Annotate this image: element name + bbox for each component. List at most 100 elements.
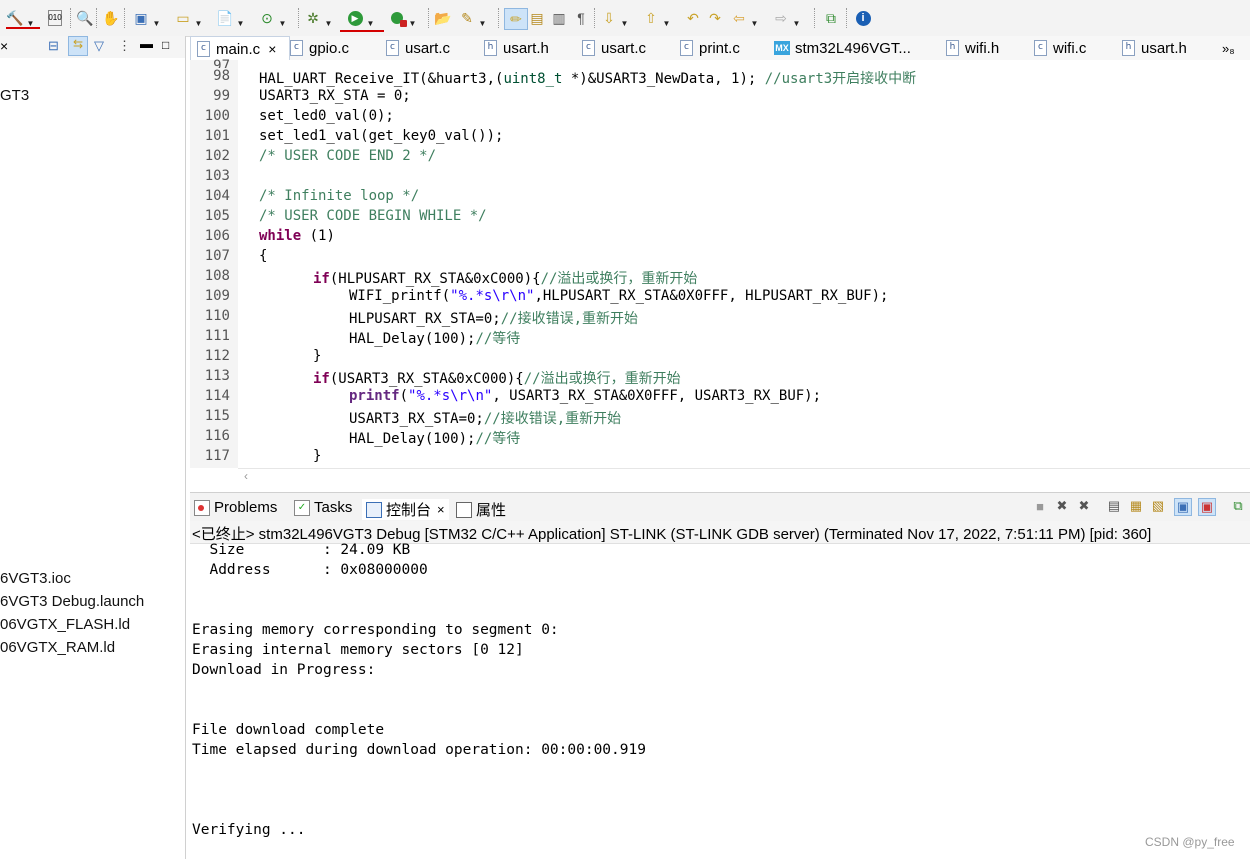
show-on-error-icon[interactable]: ▣: [1198, 498, 1216, 516]
tab-print-c[interactable]: c print.c: [680, 36, 740, 60]
console-icon: [366, 501, 382, 518]
run-icon: ▶: [346, 9, 364, 27]
open-folder-button[interactable]: 📂: [434, 8, 452, 28]
minimize-icon[interactable]: ▬: [140, 36, 153, 51]
line-number: 98: [213, 68, 230, 84]
tab-properties[interactable]: 属性: [456, 499, 506, 520]
tab-gpio-c[interactable]: c gpio.c: [290, 36, 349, 60]
maximize-icon[interactable]: □: [162, 38, 169, 52]
tab-problems[interactable]: Problems: [194, 499, 277, 516]
last-edit-button[interactable]: ↶: [684, 8, 702, 28]
forward-button[interactable]: ⇨ ▼: [772, 8, 801, 28]
chevron-down-icon[interactable]: ▼: [194, 14, 203, 28]
new-class-button[interactable]: ⊙ ▼: [258, 8, 287, 28]
highlight-icon: ✏: [510, 11, 522, 27]
code-line: printf("%.*s\r\n", USART3_RX_STA&0X0FFF,…: [349, 388, 821, 404]
code-comment: //等待: [475, 331, 521, 347]
search-bug-button[interactable]: 🔍: [76, 8, 94, 28]
tree-item[interactable]: 06VGTX_RAM.ld: [0, 639, 115, 656]
tree-item[interactable]: 6VGT3.ioc: [0, 570, 71, 587]
link-editor-icon[interactable]: ⇆: [68, 36, 88, 56]
code-comment: //等待: [475, 431, 521, 447]
build-button[interactable]: 🔨 ▼: [6, 8, 35, 28]
scroll-left-icon[interactable]: ‹: [244, 469, 248, 483]
chevron-down-icon[interactable]: ▼: [408, 14, 417, 28]
filter-icon[interactable]: ▽: [94, 38, 104, 54]
info-icon: i: [854, 9, 872, 27]
code-line: HAL_Delay(100);//等待: [349, 428, 520, 448]
debug-button[interactable]: ✲ ▼: [304, 8, 333, 28]
close-icon[interactable]: ×: [268, 41, 276, 57]
tab-usart-h[interactable]: h usart.h: [484, 36, 549, 60]
chevron-down-icon[interactable]: ▼: [750, 14, 759, 28]
remove-all-launches-icon[interactable]: ✖: [1076, 498, 1092, 514]
line-number: 101: [204, 128, 230, 144]
new-file-button[interactable]: 📄 ▼: [216, 8, 245, 28]
collapse-all-icon[interactable]: ⊟: [48, 38, 59, 54]
problems-icon: [194, 499, 210, 516]
code-string: "%.*s\r\n": [408, 388, 493, 404]
chevron-down-icon[interactable]: ▼: [152, 14, 161, 28]
editor-horizontal-scrollbar[interactable]: ‹: [238, 468, 1250, 487]
show-whitespace-button[interactable]: ¶: [572, 8, 590, 28]
binary-button[interactable]: 010: [48, 8, 62, 28]
toolbar-separator: [846, 8, 848, 28]
show-on-output-icon[interactable]: ▣: [1174, 498, 1192, 516]
back-button[interactable]: ⇦ ▼: [730, 8, 759, 28]
prev-annotation-button[interactable]: ⇧ ▼: [642, 8, 671, 28]
console-line: Address : 0x08000000: [192, 562, 428, 578]
word-wrap-icon[interactable]: ▧: [1150, 498, 1166, 514]
highlight-toggle[interactable]: ✏: [504, 8, 528, 30]
block-select-button[interactable]: ▥: [550, 8, 568, 28]
pin-editor-button[interactable]: ⧉: [822, 8, 840, 28]
code-line: /* USER CODE BEGIN WHILE */: [259, 208, 487, 224]
toolbar-separator: [96, 8, 98, 28]
tab-usart-h-2[interactable]: h usart.h: [1122, 36, 1187, 60]
run-button[interactable]: ▶ ▼: [346, 8, 375, 28]
tab-tasks[interactable]: ✓ Tasks: [294, 499, 352, 516]
chevron-down-icon[interactable]: ▼: [662, 14, 671, 28]
chevron-down-icon[interactable]: ▼: [236, 14, 245, 28]
new-folder-button[interactable]: ▭ ▼: [174, 8, 203, 28]
skip-breakpoints-button[interactable]: ✋: [102, 8, 120, 28]
chevron-down-icon[interactable]: ▼: [324, 14, 333, 28]
forward-edit-button[interactable]: ↷: [706, 8, 724, 28]
chevron-down-icon[interactable]: ▼: [478, 14, 487, 28]
code-line: WIFI_printf("%.*s\r\n",HLPUSART_RX_STA&0…: [349, 288, 888, 304]
tree-item[interactable]: 6VGT3 Debug.launch: [0, 593, 144, 610]
mark-occurrences-button[interactable]: ▤: [528, 8, 546, 28]
info-button[interactable]: i: [854, 8, 872, 28]
close-icon[interactable]: ×: [437, 502, 445, 517]
wand-button[interactable]: ✎ ▼: [458, 8, 487, 28]
view-menu-icon[interactable]: ⋮: [118, 38, 131, 54]
clear-console-icon[interactable]: ▤: [1106, 498, 1122, 514]
tab-usart-c[interactable]: c usart.c: [386, 36, 450, 60]
chevron-down-icon[interactable]: ▼: [278, 14, 287, 28]
tab-usart-c-2[interactable]: c usart.c: [582, 36, 646, 60]
external-tools-button[interactable]: ▼: [388, 8, 417, 28]
chevron-down-icon[interactable]: ▼: [26, 14, 35, 28]
chevron-down-icon[interactable]: ▼: [792, 14, 801, 28]
tree-item[interactable]: GT3: [0, 87, 29, 104]
terminate-icon[interactable]: ■: [1032, 498, 1048, 514]
remove-launch-icon[interactable]: ✖: [1054, 498, 1070, 514]
chevron-down-icon[interactable]: ▼: [620, 14, 629, 28]
more-tabs-button[interactable]: »₈: [1222, 36, 1235, 60]
code-function: printf: [349, 388, 400, 404]
close-icon[interactable]: ×: [0, 38, 8, 54]
code-keyword: if: [313, 371, 330, 387]
code-comment: //溢出或换行，重新开始: [523, 371, 681, 387]
tab-stm32-ioc[interactable]: MX stm32L496VGT...: [774, 36, 911, 60]
block-select-icon: ▥: [552, 10, 566, 26]
code-comment: //溢出或换行，重新开始: [540, 271, 698, 287]
next-annotation-button[interactable]: ⇩ ▼: [600, 8, 629, 28]
tab-wifi-c[interactable]: c wifi.c: [1034, 36, 1086, 60]
new-project-button[interactable]: ▣ ▼: [132, 8, 161, 28]
chevron-down-icon[interactable]: ▼: [366, 14, 375, 28]
tree-item[interactable]: 06VGTX_FLASH.ld: [0, 616, 130, 633]
code-text: USART3_RX_STA=0;: [349, 411, 484, 427]
pin-console-icon[interactable]: ⧉: [1230, 498, 1246, 514]
tab-console[interactable]: 控制台 ×: [362, 499, 449, 520]
tab-wifi-h[interactable]: h wifi.h: [946, 36, 999, 60]
scroll-lock-icon[interactable]: ▦: [1128, 498, 1144, 514]
